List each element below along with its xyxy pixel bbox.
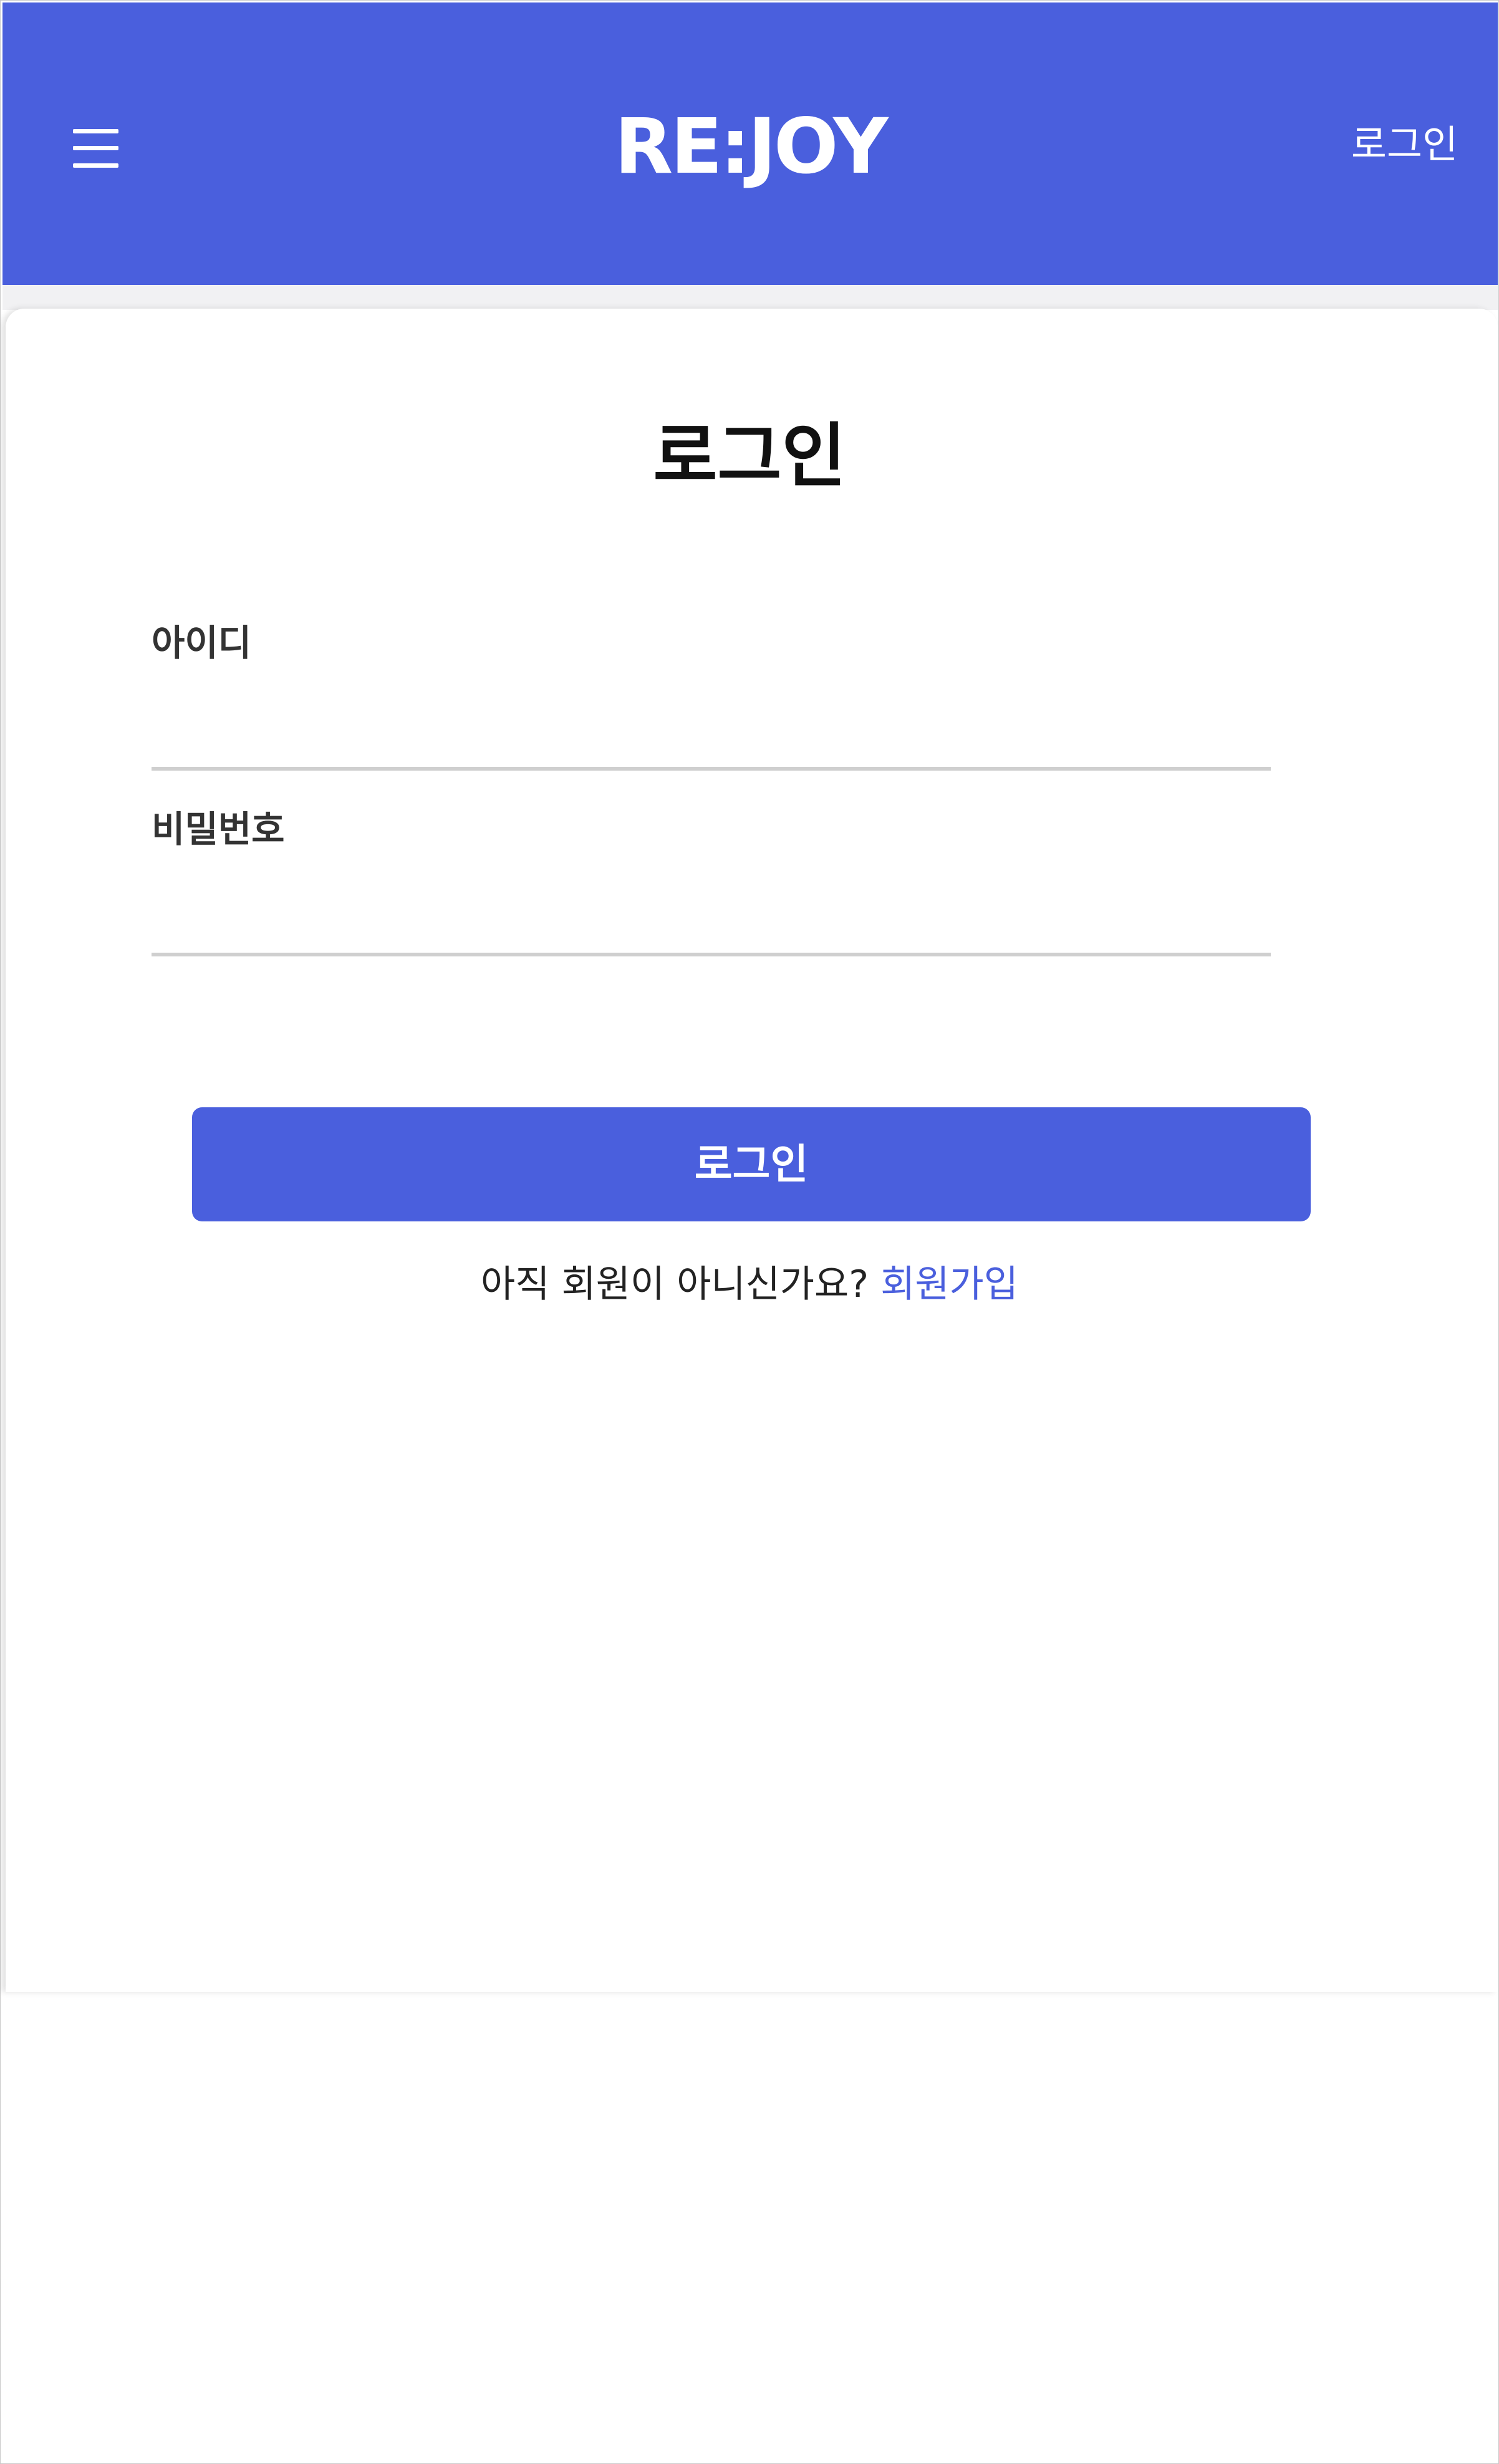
app-logo[interactable]: RE:JOY [2, 100, 1498, 193]
signup-link[interactable]: 회원가입 [880, 1263, 1018, 1306]
header-separator-band [2, 285, 1498, 310]
password-label: 비밀번호 [152, 808, 285, 850]
page-title: 로그인 [653, 416, 846, 497]
app-header: RE:JOY 로그인 [2, 2, 1498, 285]
app-frame: RE:JOY 로그인 로그인 아이디 비밀번호 로그인 아직 회원이 아니신가요… [0, 0, 1499, 2464]
signup-prompt-row: 아직 회원이 아니신가요? 회원가입 [1, 1256, 1498, 1312]
signup-prompt-text: 아직 회원이 아니신가요? [481, 1263, 869, 1306]
id-input[interactable] [152, 705, 1271, 771]
password-input[interactable] [152, 890, 1271, 956]
login-submit-button[interactable]: 로그인 [192, 1107, 1311, 1221]
header-login-link[interactable]: 로그인 [1351, 120, 1458, 170]
id-label: 아이디 [152, 622, 252, 664]
